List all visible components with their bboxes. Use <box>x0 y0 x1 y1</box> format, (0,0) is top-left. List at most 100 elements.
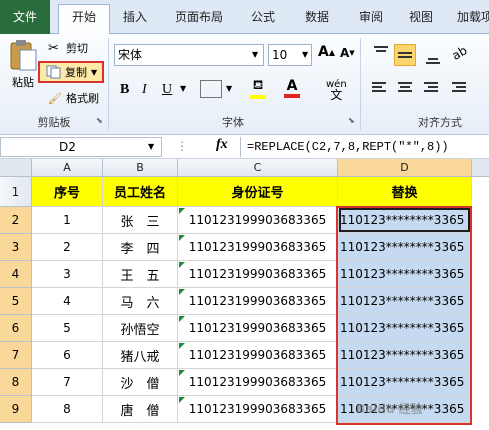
index-cell[interactable]: 7 <box>32 369 103 396</box>
format-painter-button[interactable]: 🖌 格式刷 <box>48 90 99 106</box>
align-middle-icon[interactable] <box>394 44 416 66</box>
id-cell[interactable]: 110123199903683365 <box>178 369 338 396</box>
id-cell[interactable]: 110123199903683365 <box>178 261 338 288</box>
name-cell[interactable]: 王 五 <box>103 261 178 288</box>
indent-icon[interactable] <box>448 82 466 98</box>
tab-file[interactable]: 文件 <box>0 0 50 34</box>
id-cell[interactable]: 110123199903683365 <box>178 342 338 369</box>
row-header[interactable]: 2 <box>0 207 32 234</box>
name-cell[interactable]: 沙 僧 <box>103 369 178 396</box>
dialog-launcher-icon[interactable]: ⬊ <box>96 116 103 125</box>
fill-color-button[interactable]: ⛾ <box>250 78 266 100</box>
italic-button[interactable]: I <box>142 82 147 98</box>
cut-button[interactable]: ✂ 剪切 <box>48 40 88 56</box>
tab-data[interactable]: 数据 <box>296 5 338 29</box>
phonetic-button[interactable]: wén 文 <box>326 80 347 102</box>
chevron-down-icon[interactable]: ▼ <box>180 84 186 93</box>
phonetic-char-icon: 文 <box>330 88 343 102</box>
paste-label: 粘贴 <box>12 76 34 89</box>
id-cell[interactable]: 110123199903683365 <box>178 396 338 423</box>
replace-cell[interactable]: 110123********3365 <box>338 369 472 396</box>
index-cell[interactable]: 1 <box>32 207 103 234</box>
replace-cell[interactable]: 110123********3365 <box>338 207 472 234</box>
tab-insert[interactable]: 插入 <box>114 5 156 29</box>
name-cell[interactable]: 马 六 <box>103 288 178 315</box>
chevron-down-icon[interactable]: ▼ <box>252 50 258 59</box>
id-cell[interactable]: 110123199903683365 <box>178 315 338 342</box>
more-options-icon[interactable]: ⋮ <box>176 139 188 153</box>
header-cell-index[interactable]: 序号 <box>32 177 103 207</box>
row-header[interactable]: 4 <box>0 261 32 288</box>
chevron-down-icon[interactable]: ▼ <box>91 68 97 77</box>
row-header[interactable]: 7 <box>0 342 32 369</box>
index-cell[interactable]: 5 <box>32 315 103 342</box>
index-cell[interactable]: 8 <box>32 396 103 423</box>
paint-bucket-icon: ⛾ <box>252 78 264 93</box>
row-header[interactable]: 5 <box>0 288 32 315</box>
align-bottom-icon[interactable] <box>424 46 442 64</box>
grow-font-icon[interactable]: A ▲ <box>318 44 335 60</box>
paste-button[interactable]: 粘贴 <box>6 38 40 108</box>
replace-cell[interactable]: 110123********3365 <box>338 288 472 315</box>
format-painter-label: 格式刷 <box>66 92 99 105</box>
formula-input[interactable]: =REPLACE(C2,7,8,REPT("*",8)) <box>240 137 489 157</box>
column-header-a[interactable]: A <box>32 159 103 177</box>
column-header-b[interactable]: B <box>103 159 178 177</box>
id-cell[interactable]: 110123199903683365 <box>178 207 338 234</box>
font-name-box[interactable]: 宋体 <box>114 44 264 66</box>
bold-button[interactable]: B <box>120 82 129 98</box>
align-right-icon[interactable] <box>420 82 438 98</box>
row-header[interactable]: 3 <box>0 234 32 261</box>
replace-cell[interactable]: 110123********3365 <box>338 342 472 369</box>
tab-review[interactable]: 审阅 <box>350 5 392 29</box>
orientation-icon[interactable]: ab <box>450 43 470 63</box>
select-all-corner[interactable] <box>0 159 32 177</box>
name-cell[interactable]: 张 三 <box>103 207 178 234</box>
copy-label: 复制 <box>65 66 87 79</box>
header-cell-id[interactable]: 身份证号 <box>178 177 338 207</box>
index-cell[interactable]: 3 <box>32 261 103 288</box>
replace-cell[interactable]: 110123********3365 <box>338 315 472 342</box>
index-cell[interactable]: 2 <box>32 234 103 261</box>
name-box[interactable]: D2 <box>0 137 162 157</box>
id-cell[interactable]: 110123199903683365 <box>178 234 338 261</box>
insert-function-icon[interactable]: fx <box>216 137 228 153</box>
clipboard-group-label: 剪贴板 <box>37 116 71 129</box>
shrink-font-icon[interactable]: A ▼ <box>340 46 355 60</box>
tab-view[interactable]: 视图 <box>400 5 442 29</box>
header-cell-replace[interactable]: 替换 <box>338 177 472 207</box>
underline-button[interactable]: U <box>162 82 172 98</box>
name-cell[interactable]: 唐 僧 <box>103 396 178 423</box>
chevron-down-icon[interactable]: ▼ <box>148 142 154 151</box>
index-cell[interactable]: 6 <box>32 342 103 369</box>
align-center-icon[interactable] <box>396 82 414 98</box>
index-cell[interactable]: 4 <box>32 288 103 315</box>
row-header[interactable]: 8 <box>0 369 32 396</box>
id-cell[interactable]: 110123199903683365 <box>178 288 338 315</box>
tab-home[interactable]: 开始 <box>58 4 110 34</box>
column-header-c[interactable]: C <box>178 159 338 177</box>
header-cell-name[interactable]: 员工姓名 <box>103 177 178 207</box>
row-header[interactable]: 6 <box>0 315 32 342</box>
replace-cell[interactable]: 110123********3365 <box>338 234 472 261</box>
borders-icon[interactable] <box>200 80 222 98</box>
row-header[interactable]: 1 <box>0 177 32 207</box>
chevron-down-icon[interactable]: ▼ <box>226 84 232 93</box>
column-header-e[interactable] <box>472 159 489 177</box>
column-header-d[interactable]: D <box>338 159 472 177</box>
name-cell[interactable]: 李 四 <box>103 234 178 261</box>
dialog-launcher-icon[interactable]: ⬊ <box>348 116 355 125</box>
replace-cell[interactable]: 110123********3365 <box>338 396 472 423</box>
tab-addins[interactable]: 加载项 <box>450 5 489 29</box>
tab-formulas[interactable]: 公式 <box>242 5 284 29</box>
font-color-button[interactable]: A <box>284 78 300 100</box>
row-header[interactable]: 9 <box>0 396 32 423</box>
align-left-icon[interactable] <box>372 82 390 98</box>
name-cell[interactable]: 孙悟空 <box>103 315 178 342</box>
chevron-down-icon[interactable]: ▼ <box>302 50 308 59</box>
tab-page-layout[interactable]: 页面布局 <box>164 5 234 29</box>
name-cell[interactable]: 猪八戒 <box>103 342 178 369</box>
copy-button[interactable]: 复制 ▼ <box>38 61 104 83</box>
replace-cell[interactable]: 110123********3365 <box>338 261 472 288</box>
align-top-icon[interactable] <box>372 46 390 64</box>
